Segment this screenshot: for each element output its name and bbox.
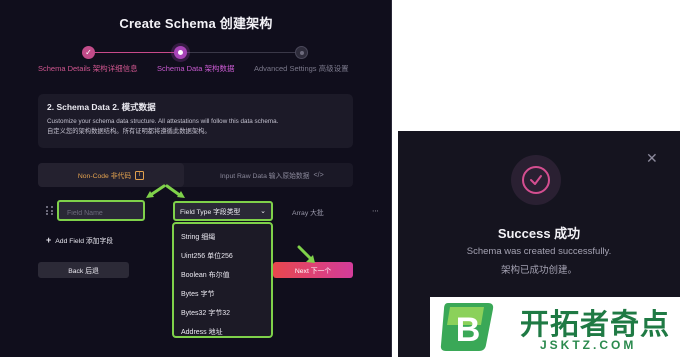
- step-2-active-dot[interactable]: [174, 46, 187, 59]
- add-field-button[interactable]: + Add Field 添加字段: [46, 235, 113, 245]
- field-type-label: Field Type 字段类型: [180, 209, 241, 216]
- screenshot-canvas: Create Schema 创建架构 ✓ Schema Details 架构详细…: [0, 0, 680, 357]
- field-name-input[interactable]: [59, 205, 143, 222]
- type-option[interactable]: Uint256 单位256: [174, 246, 271, 265]
- success-message-en: Schema was created successfully.: [466, 246, 612, 257]
- chevron-down-icon: ⌄: [260, 208, 266, 215]
- step-2-label: Schema Data 架构数据: [157, 64, 235, 73]
- svg-text:B: B: [456, 311, 481, 349]
- field-type-select[interactable]: Field Type 字段类型 ⌄: [173, 201, 273, 221]
- code-brackets-icon: </>: [313, 171, 324, 179]
- type-option[interactable]: Boolean 布尔值: [174, 265, 271, 284]
- stepper-pending-line: [180, 52, 300, 53]
- tab-raw-data[interactable]: Input Raw Data 输入原始数据 </>: [220, 163, 324, 187]
- drag-handle-icon[interactable]: [46, 206, 54, 216]
- field-type-dropdown: String 细绳 Uint256 单位256 Boolean 布尔值 Byte…: [172, 222, 273, 338]
- schema-data-info-box: 2. Schema Data 2. 模式数据 Customize your sc…: [38, 94, 353, 148]
- type-option[interactable]: Bytes 字节: [174, 284, 271, 303]
- step-3-pending-dot[interactable]: [295, 46, 308, 59]
- mode-toggle-bar: Non-Code 非代码 T Input Raw Data 输入原始数据 </>: [38, 163, 353, 187]
- step-1-label: Schema Details 架构详细信息: [38, 64, 138, 73]
- type-option[interactable]: String 细绳: [174, 227, 271, 246]
- step-3-label: Advanced Settings 高级设置: [254, 64, 349, 73]
- success-message-zh: 架构已成功创建。: [500, 265, 577, 276]
- annotation-arrow-down-icon: [297, 245, 315, 263]
- modal-title: Create Schema 创建架构: [119, 16, 273, 31]
- info-heading: 2. Schema Data 2. 模式数据: [47, 102, 156, 112]
- step-1-check-icon[interactable]: ✓: [82, 46, 95, 59]
- tab-non-code-label: Non-Code 非代码: [77, 173, 132, 180]
- back-button[interactable]: Back 后退: [38, 262, 129, 278]
- more-options-icon[interactable]: ⋯: [372, 207, 379, 215]
- add-field-label: Add Field 添加字段: [55, 238, 114, 245]
- success-check-icon: [511, 155, 561, 205]
- stepper-progress-line: [88, 52, 180, 53]
- type-option[interactable]: Bytes32 字节32: [174, 303, 271, 322]
- watermark-logo: B: [440, 303, 494, 351]
- watermark-domain: JSKTZ.COM: [540, 338, 637, 352]
- success-title: Success 成功: [497, 226, 581, 241]
- text-icon: T: [135, 170, 145, 180]
- type-option[interactable]: Address 地址: [174, 322, 271, 341]
- array-toggle-label[interactable]: Array 大批: [292, 207, 324, 217]
- tab-raw-data-label: Input Raw Data 输入原始数据: [220, 173, 310, 180]
- annotation-arrow-right-icon: [165, 184, 185, 198]
- close-icon[interactable]: ✕: [646, 151, 658, 165]
- field-name-input-wrapper: [57, 200, 145, 222]
- info-line-en: Customize your schema data structure. Al…: [47, 118, 279, 125]
- watermark-text: 开拓者奇点: [520, 307, 671, 341]
- info-line-zh: 自定义您的架构数据结构。所有证明都将遵循此数据架构。: [47, 127, 211, 135]
- watermark: B 开拓者奇点 JSKTZ.COM: [430, 297, 680, 357]
- create-schema-modal: Create Schema 创建架构 ✓ Schema Details 架构详细…: [0, 0, 392, 357]
- plus-icon: +: [46, 235, 52, 245]
- check-icon: [530, 175, 542, 185]
